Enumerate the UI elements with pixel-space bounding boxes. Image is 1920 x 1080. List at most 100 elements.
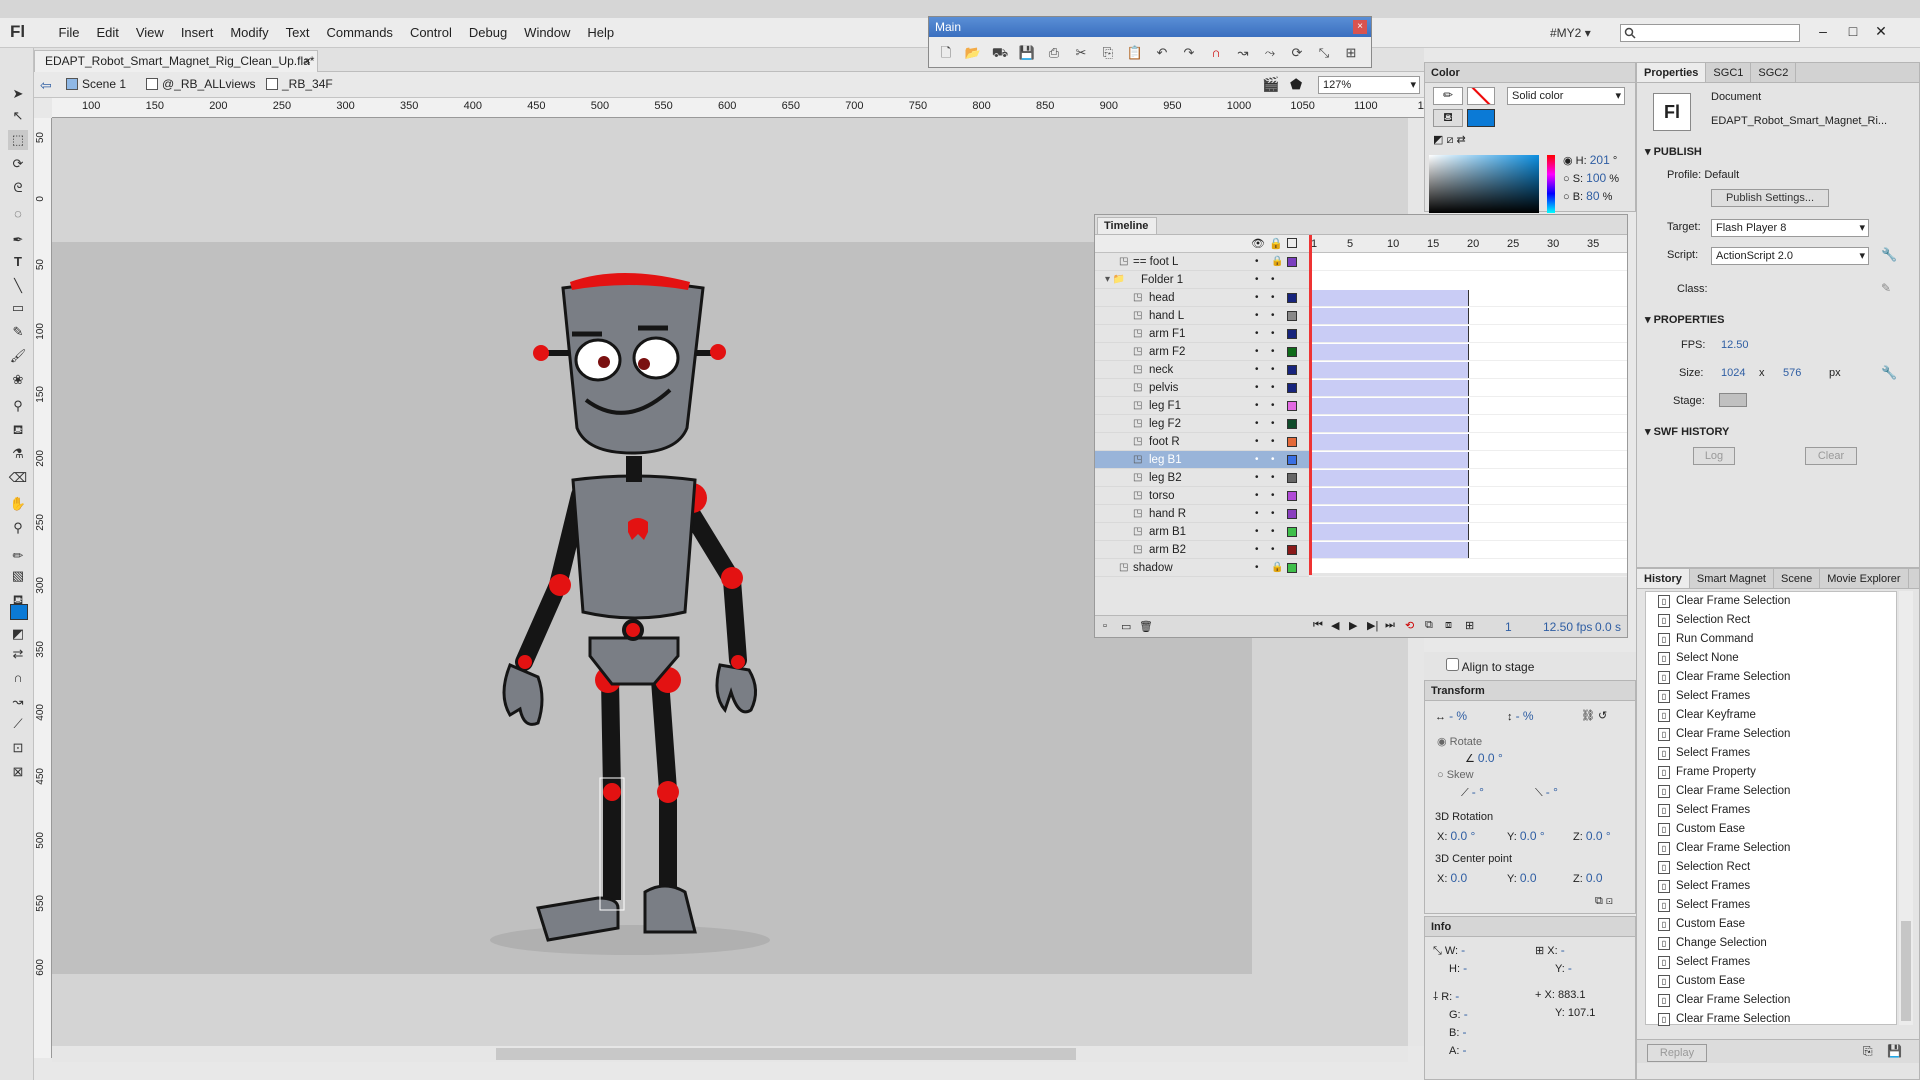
publish-section[interactable]: ▾ PUBLISH [1645,145,1702,158]
cut-icon[interactable]: ✂ [1070,43,1092,63]
motion-tween-span[interactable] [1311,290,1469,306]
motion-tween-span[interactable] [1311,506,1469,522]
motion-tween-span[interactable] [1311,488,1469,504]
log-button[interactable]: Log [1693,447,1735,465]
smooth-icon[interactable]: ↝ [1232,43,1254,63]
fill-swatch[interactable] [10,604,28,620]
frame-row[interactable] [1309,469,1627,487]
rectangle-tool-icon[interactable]: ▭ [8,298,28,318]
eyedropper-icon[interactable]: ⚗ [8,444,28,464]
back-arrow-icon[interactable]: ⇦ [40,77,52,94]
new-layer-icon[interactable]: ▫ [1103,620,1107,632]
smooth-icon[interactable]: ↝ [8,692,28,712]
scale-height-field[interactable]: ↕ - % [1507,709,1534,723]
onion-skin-icon[interactable]: ⧉ [1425,619,1433,632]
layer-color-swatch[interactable] [1287,347,1297,357]
goto-last-frame-icon[interactable]: ⏭ [1385,619,1395,632]
motion-tween-span[interactable] [1311,398,1469,414]
zoom-tool-icon[interactable]: ⚲ [8,518,28,538]
rotate-field[interactable]: ∠ 0.0 ° [1465,751,1503,765]
lasso-tool-icon[interactable]: ᘓ [8,178,28,198]
history-item[interactable]: ▯ Select Frames [1646,687,1896,706]
layer-row[interactable]: ◳ leg F2 • • [1095,415,1309,433]
menu-text[interactable]: Text [277,25,318,40]
replay-button[interactable]: Replay [1647,1044,1707,1062]
target-select[interactable]: Flash Player 8 ▾ [1711,219,1869,237]
3d-rotation-x[interactable]: X: 0.0 ° [1437,829,1475,843]
3d-rotation-z[interactable]: Z: 0.0 ° [1573,829,1611,843]
lock-toggle[interactable]: • [1271,505,1275,523]
history-item[interactable]: ▯ Clear Frame Selection [1646,592,1896,611]
lock-toggle[interactable]: • [1271,325,1275,343]
history-item[interactable]: ▯ Custom Ease [1646,972,1896,991]
menu-help[interactable]: Help [579,25,623,40]
hue-field[interactable]: ◉ H: 201 ° [1563,153,1617,167]
bridge-icon[interactable]: ⛟ [989,43,1011,63]
menu-window[interactable]: Window [516,25,579,40]
stage-color-swatch[interactable] [1719,393,1747,407]
frame-row[interactable] [1309,559,1627,577]
workspace-switcher[interactable]: #MY2 ▾ [1550,26,1591,40]
history-item[interactable]: ▯ Clear Frame Selection [1646,668,1896,687]
history-item[interactable]: ▯ Custom Ease [1646,915,1896,934]
history-item[interactable]: ▯ Select Frames [1646,896,1896,915]
clear-button[interactable]: Clear [1805,447,1857,465]
lock-icon[interactable]: 🔒 [1271,253,1283,271]
layer-color-swatch[interactable] [1287,365,1297,375]
layer-color-swatch[interactable] [1287,545,1297,555]
history-item[interactable]: ▯ Change Selection [1646,934,1896,953]
saturation-field[interactable]: ○ S: 100 % [1563,171,1619,185]
lock-toggle[interactable]: • [1271,343,1275,361]
properties-section[interactable]: ▾ PROPERTIES [1645,313,1724,326]
history-item[interactable]: ▯ Clear Frame Selection [1646,1010,1896,1029]
fps-value[interactable]: 12.50 [1721,339,1749,351]
lock-all-icon[interactable]: 🔒 [1269,237,1283,250]
history-item[interactable]: ▯ Clear Frame Selection [1646,782,1896,801]
playhead[interactable] [1309,235,1312,575]
lock-toggle[interactable]: • [1271,451,1275,469]
skew-x-field[interactable]: ⟋ - ° [1461,785,1484,800]
pen-tool-icon[interactable]: ✒ [8,230,28,250]
save-command-icon[interactable]: 💾 [1887,1044,1902,1058]
layer-row[interactable]: ◳ shadow • 🔒 [1095,559,1309,577]
height-value[interactable]: 576 [1783,367,1801,379]
lock-toggle[interactable]: • [1271,541,1275,559]
visibility-toggle[interactable]: • [1255,289,1259,307]
save-icon[interactable]: 💾 [1016,43,1038,63]
fill-swatch-panel[interactable] [1467,109,1495,127]
lock-toggle[interactable]: • [1271,361,1275,379]
visibility-toggle[interactable]: • [1255,271,1259,289]
history-item[interactable]: ▯ Select Frames [1646,877,1896,896]
publish-settings-button[interactable]: Publish Settings... [1711,189,1829,207]
layer-row[interactable]: ◳ pelvis • • [1095,379,1309,397]
zoom-select[interactable]: 127% ▾ [1318,76,1420,94]
constrain-link-icon[interactable]: ⛓ ↺ [1581,709,1607,722]
frame-row[interactable] [1309,523,1627,541]
lock-toggle[interactable]: • [1271,433,1275,451]
history-item[interactable]: ▯ Clear Frame Selection [1646,839,1896,858]
visibility-toggle[interactable]: • [1255,433,1259,451]
paint-bucket-icon[interactable]: ⛾ [8,420,28,440]
visibility-toggle[interactable]: • [1255,505,1259,523]
layer-color-swatch[interactable] [1287,419,1297,429]
frame-row[interactable] [1309,253,1627,271]
outline-all-icon[interactable] [1287,238,1297,248]
new-file-icon[interactable]: 🗋 [935,43,957,63]
selection-tool-icon[interactable]: ➤ [8,84,28,104]
swap-colors-icon[interactable]: ⇄ [8,644,28,664]
motion-tween-span[interactable] [1311,524,1469,540]
tab-sgc2[interactable]: SGC2 [1751,63,1797,82]
motion-tween-span[interactable] [1311,362,1469,378]
history-item[interactable]: ▯ Selection Rect [1646,858,1896,877]
size-settings-icon[interactable]: 🔧 [1881,365,1897,381]
edit-scene-icon[interactable]: 🎬 [1262,76,1279,93]
goto-first-frame-icon[interactable]: ⏮ [1313,619,1323,632]
layer-color-swatch[interactable] [1287,527,1297,537]
step-forward-icon[interactable]: ▶| [1367,619,1378,632]
menu-control[interactable]: Control [401,25,460,40]
visibility-toggle[interactable]: • [1255,451,1259,469]
frame-row[interactable] [1309,487,1627,505]
copy-steps-icon[interactable]: ⎘ [1863,1044,1873,1059]
skew-radio[interactable]: ○ Skew [1437,769,1474,781]
bone-tool-icon[interactable]: ⚲ [8,396,28,416]
